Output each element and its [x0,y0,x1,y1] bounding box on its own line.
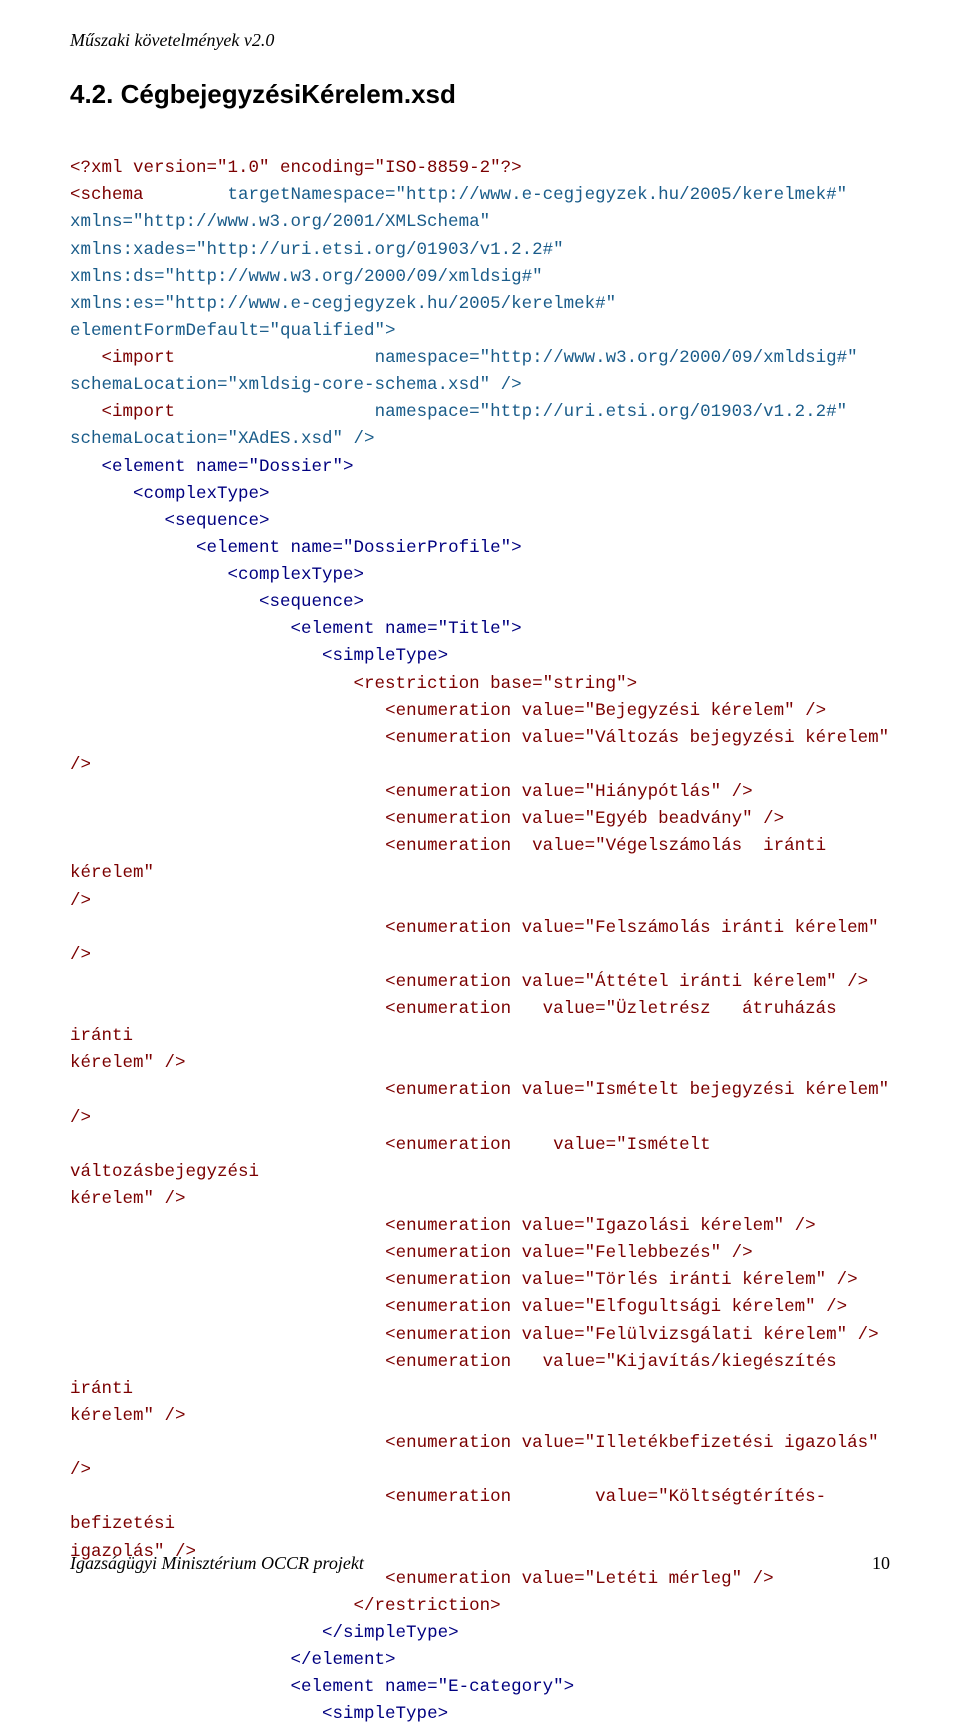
page-footer: Igazságügyi Minisztérium OCCR projekt 10 [70,1553,890,1574]
enum-line: <enumeration value="Felülvizsgálati kére… [70,1325,879,1345]
enum-closer: kérelem" /> [70,1189,186,1209]
enum-line: <enumeration value="Ismételt bejegyzési … [70,1080,900,1127]
enum-closer: kérelem" /> [70,1053,186,1073]
element-close: </element> [70,1650,396,1670]
restriction-close: </restriction> [70,1596,501,1616]
enum-closer: /> [70,891,91,911]
el-dossierprofile: <element name="DossierProfile"> [70,538,522,558]
enum-line: <enumeration value="Változás bejegyzési … [70,728,900,775]
attr-targetns: targetNamespace="http://www.e-cegjegyzek… [228,185,848,205]
import2-loc: schemaLocation="XAdES.xsd" /> [70,429,375,449]
simpletype-2: <simpleType> [70,1704,448,1724]
el-dossier: <element name="Dossier"> [70,457,354,477]
el-title: <element name="Title"> [70,619,522,639]
import1-tag: <import [70,348,175,368]
enum-line: <enumeration value="Áttétel iránti kérel… [70,972,868,992]
code-block: <?xml version="1.0" encoding="ISO-8859-2… [70,128,890,1728]
enum-line: <enumeration value="Fellebbezés" /> [70,1243,753,1263]
import2-ns: namespace="http://uri.etsi.org/01903/v1.… [375,402,848,422]
enum-line: <enumeration value="Törlés iránti kérele… [70,1270,858,1290]
import1-loc: schemaLocation="xmldsig-core-schema.xsd"… [70,375,522,395]
page-header: Műszaki követelmények v2.0 [70,30,890,51]
enum-line: <enumeration value="Egyéb beadvány" /> [70,809,784,829]
enum-line: <enumeration [70,836,511,856]
enum-line: <enumeration value="Elfogultsági kérelem… [70,1297,847,1317]
sequence-1: <sequence> [70,511,270,531]
attr-xmlns: xmlns="http://www.w3.org/2001/XMLSchema" [70,212,490,232]
xml-declaration: <?xml version="1.0" encoding="ISO-8859-2… [70,158,522,178]
complextype-2: <complexType> [70,565,364,585]
import1-ns: namespace="http://www.w3.org/2000/09/xml… [375,348,858,368]
enum-line: <enumeration value="Bejegyzési kérelem" … [70,701,826,721]
schema-open: <schema [70,185,144,205]
enum-closer: kérelem" /> [70,1406,186,1426]
footer-org: Igazságügyi Minisztérium OCCR projekt [70,1553,364,1574]
el-ecategory: <element name="E-category"> [70,1677,574,1697]
sequence-2: <sequence> [70,592,364,612]
simpletype-close: </simpleType> [70,1623,459,1643]
enum-line: <enumeration value="Hiánypótlás" /> [70,782,753,802]
enum-line: <enumeration [70,1352,511,1372]
enum-line: <enumeration [70,1487,511,1507]
enum-line: <enumeration [70,999,511,1019]
enum-line: <enumeration value="Illetékbefizetési ig… [70,1433,889,1480]
enum-line: <enumeration value="Felszámolás iránti k… [70,918,889,965]
section-title: CégbejegyzésiKérelem.xsd [121,79,456,109]
attr-efd: elementFormDefault="qualified"> [70,321,396,341]
attr-xades: xmlns:xades="http://uri.etsi.org/01903/v… [70,240,564,260]
complextype-1: <complexType> [70,484,270,504]
simpletype-1: <simpleType> [70,646,448,666]
restriction-open: <restriction base="string"> [70,674,637,694]
footer-page-number: 10 [872,1553,890,1574]
attr-es: xmlns:es="http://www.e-cegjegyzek.hu/200… [70,294,616,314]
section-number: 4.2. [70,79,113,109]
import2-tag: <import [70,402,175,422]
enum-line: <enumeration [70,1135,511,1155]
attr-ds: xmlns:ds="http://www.w3.org/2000/09/xmld… [70,267,543,287]
enum-line: <enumeration value="Igazolási kérelem" /… [70,1216,816,1236]
section-heading: 4.2. CégbejegyzésiKérelem.xsd [70,79,890,110]
